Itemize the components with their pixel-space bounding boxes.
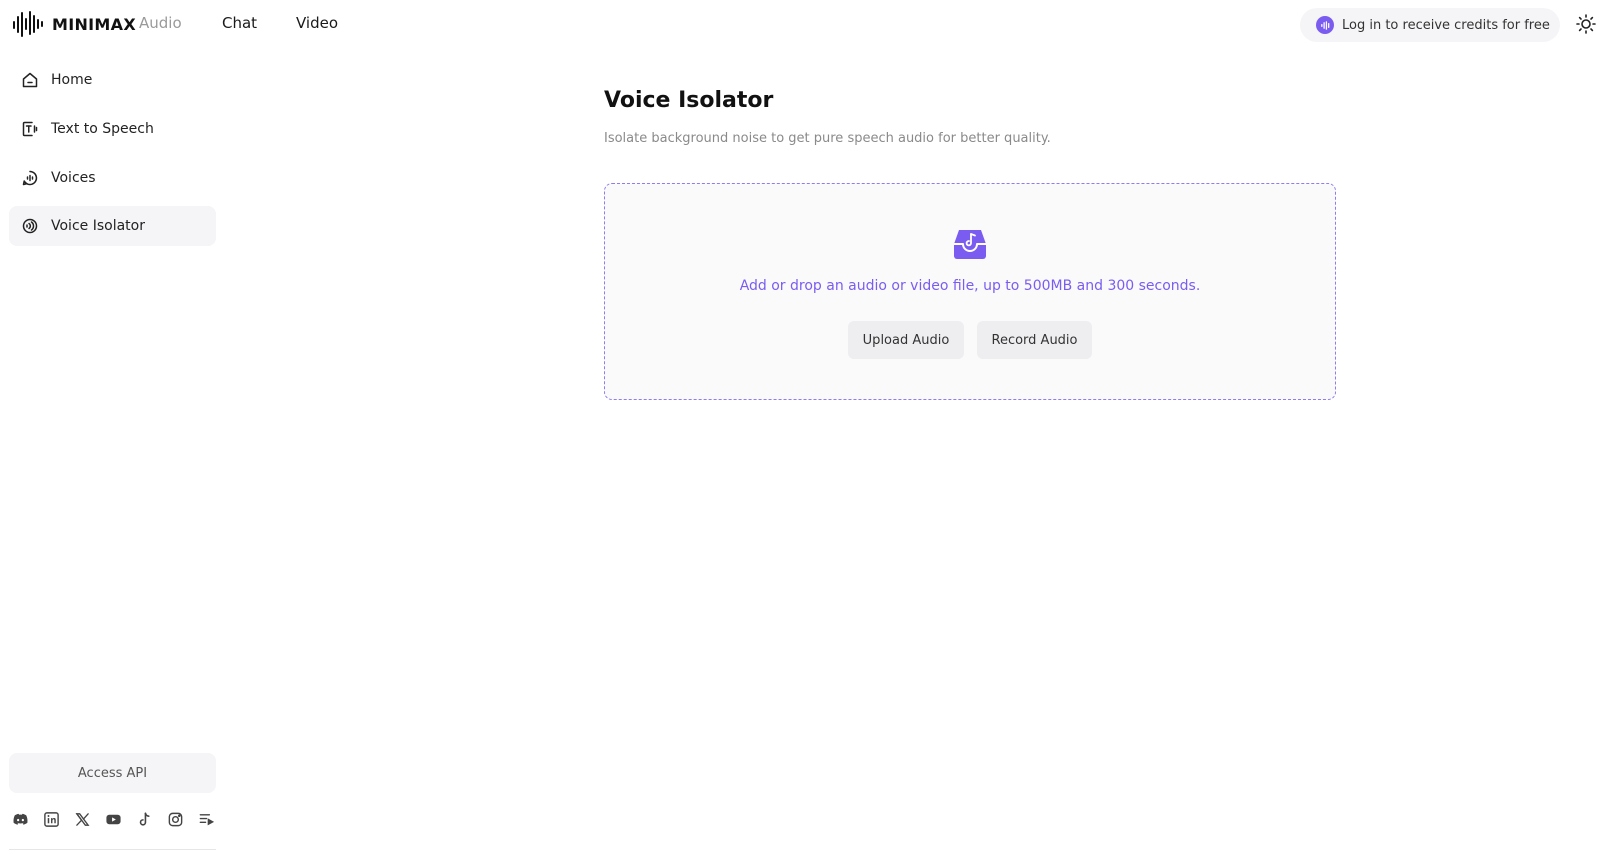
discord-icon[interactable] xyxy=(11,810,29,828)
nav-chat[interactable]: Chat xyxy=(222,14,257,32)
top-bar: MINIMAX Audio Chat Video Log in to recei… xyxy=(0,0,1600,48)
home-icon xyxy=(22,72,38,88)
sun-icon[interactable] xyxy=(1576,14,1596,34)
sidebar-divider xyxy=(9,849,216,850)
brand-name: MINIMAX xyxy=(52,14,136,34)
audio-inbox-icon xyxy=(954,230,986,259)
sidebar: Home Text to Speech Voices Voice Isolato… xyxy=(0,58,226,862)
instagram-icon[interactable] xyxy=(166,810,184,828)
page-subtitle: Isolate background noise to get pure spe… xyxy=(604,131,1051,146)
linkedin-icon[interactable] xyxy=(42,810,60,828)
sidebar-item-text-to-speech[interactable]: Text to Speech xyxy=(9,109,216,149)
sidebar-item-voice-isolator[interactable]: Voice Isolator xyxy=(9,206,216,246)
x-icon[interactable] xyxy=(73,810,91,828)
sidebar-item-voices[interactable]: Voices xyxy=(9,158,216,198)
upload-audio-button[interactable]: Upload Audio xyxy=(848,321,964,359)
dropzone-instructions: Add or drop an audio or video file, up t… xyxy=(739,278,1201,294)
sidebar-item-label: Home xyxy=(51,72,93,88)
sidebar-item-label: Voice Isolator xyxy=(51,218,145,234)
voice-isolator-icon xyxy=(22,218,38,234)
text-to-speech-icon xyxy=(22,121,38,137)
audio-wave-icon xyxy=(1316,16,1334,34)
waveform-logo-icon xyxy=(13,11,43,37)
access-api-button[interactable]: Access API xyxy=(9,753,216,793)
youtube-icon[interactable] xyxy=(104,810,122,828)
nav-audio[interactable]: Audio xyxy=(139,14,182,32)
brand-logo[interactable]: MINIMAX xyxy=(12,10,136,38)
page-title: Voice Isolator xyxy=(604,88,774,113)
voices-icon xyxy=(22,170,38,186)
nav-video[interactable]: Video xyxy=(296,14,338,32)
sidebar-item-label: Voices xyxy=(51,170,96,186)
tiktok-icon[interactable] xyxy=(135,810,153,828)
audio-dropzone[interactable]: Add or drop an audio or video file, up t… xyxy=(604,183,1336,400)
record-audio-button[interactable]: Record Audio xyxy=(977,321,1092,359)
playlist-icon[interactable] xyxy=(197,810,215,828)
login-label: Log in to receive credits for free xyxy=(1342,17,1550,33)
sidebar-item-home[interactable]: Home xyxy=(9,60,216,100)
social-links xyxy=(11,810,215,828)
sidebar-item-label: Text to Speech xyxy=(51,121,154,137)
login-credits-button[interactable]: Log in to receive credits for free xyxy=(1300,8,1560,42)
